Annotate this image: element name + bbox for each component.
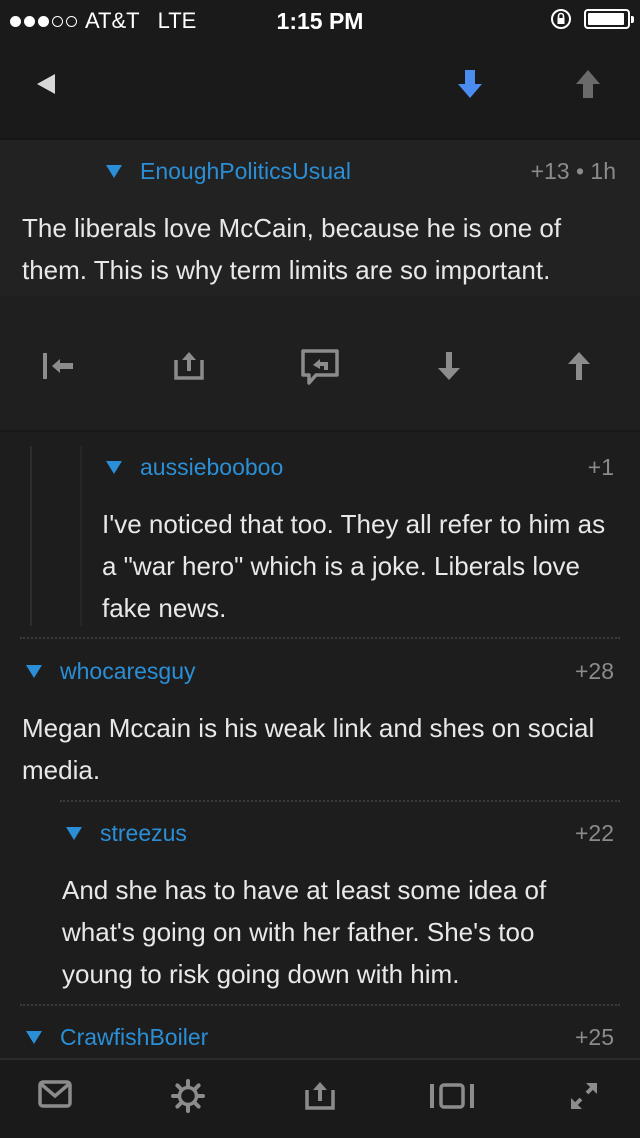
comment-header[interactable]: EnoughPoliticsUsual <box>106 156 351 186</box>
upvote-icon <box>568 352 590 380</box>
comment-author[interactable]: EnoughPoliticsUsual <box>140 158 351 185</box>
comment-meta: +28 <box>574 658 614 684</box>
upvote-arrow-icon <box>576 70 600 98</box>
collapse-triangle-icon[interactable] <box>26 1030 42 1044</box>
rotation-lock-icon <box>551 9 571 29</box>
collapse-triangle-icon[interactable] <box>26 664 42 678</box>
view-mode-button[interactable] <box>428 1082 476 1112</box>
comment-meta: +1 <box>587 454 614 480</box>
back-triangle-icon <box>37 74 55 94</box>
comment-author[interactable]: whocaresguy <box>60 658 196 685</box>
comment-meta: +22 <box>574 820 614 846</box>
upvote-button[interactable] <box>566 62 610 106</box>
comment-meta: +25 <box>574 1024 614 1050</box>
expand-icon <box>571 1083 597 1109</box>
comment-header[interactable]: CrawfishBoiler <box>26 1022 208 1052</box>
comment-separator <box>60 800 620 802</box>
battery-icon <box>584 9 634 29</box>
comment-separator <box>20 637 620 639</box>
thread-line <box>30 446 32 626</box>
bottom-toolbar <box>0 1058 640 1138</box>
downvote-icon <box>438 352 460 380</box>
reply-button[interactable] <box>300 348 342 388</box>
card-view-icon <box>430 1083 474 1109</box>
share-button[interactable] <box>303 1078 339 1114</box>
downvote-arrow-icon <box>458 70 482 98</box>
comment-meta: +13 • 1h <box>530 158 616 184</box>
comment-body: I've noticed that too. They all refer to… <box>102 509 606 623</box>
settings-button[interactable] <box>170 1078 206 1114</box>
status-time: 1:15 PM <box>276 8 364 34</box>
collapse-triangle-icon[interactable] <box>66 826 82 840</box>
comment-downvote-button[interactable] <box>436 350 464 384</box>
status-bar: AT&T LTE 1:15 PM <box>0 0 640 40</box>
reply-icon <box>301 349 339 385</box>
comment-body: And she has to have at least some idea o… <box>62 875 547 989</box>
back-button[interactable] <box>26 64 66 104</box>
comment-separator <box>20 1004 620 1006</box>
divider <box>0 430 640 432</box>
comment-header[interactable]: aussiebooboo <box>106 452 283 482</box>
inbox-button[interactable] <box>38 1080 74 1112</box>
collapse-triangle-icon[interactable] <box>106 460 122 474</box>
share-icon <box>305 1082 335 1110</box>
thread-line <box>80 446 82 626</box>
top-nav-bar <box>0 40 640 140</box>
comment-author[interactable]: aussiebooboo <box>140 454 283 481</box>
comment-upvote-button[interactable] <box>566 350 594 384</box>
collapse-to-parent-button[interactable] <box>40 350 80 384</box>
collapse-triangle-icon[interactable] <box>106 164 122 178</box>
mail-icon <box>38 1080 72 1108</box>
collapse-to-parent-icon <box>43 353 73 379</box>
gear-icon <box>171 1079 205 1113</box>
comment-header[interactable]: streezus <box>66 818 187 848</box>
comment-author[interactable]: streezus <box>100 820 187 847</box>
share-icon <box>174 352 204 380</box>
comment-body: The liberals love McCain, because he is … <box>22 213 562 285</box>
share-button[interactable] <box>172 348 208 384</box>
comment-header[interactable]: whocaresguy <box>26 656 196 686</box>
comment-author[interactable]: CrawfishBoiler <box>60 1024 208 1051</box>
fullscreen-button[interactable] <box>568 1080 602 1114</box>
downvote-button[interactable] <box>448 62 492 106</box>
comment-body: Megan Mccain is his weak link and shes o… <box>22 713 595 785</box>
